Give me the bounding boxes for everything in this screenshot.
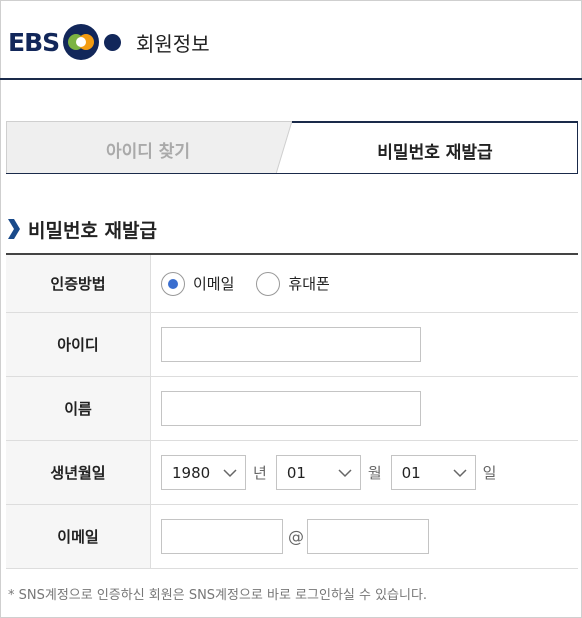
radio-phone-circle[interactable] xyxy=(256,271,281,296)
form-row-method: 인증방법 이메일 휴대폰 xyxy=(6,255,578,313)
birth-day-value: 01 xyxy=(401,463,421,482)
tab-reset-password-label: 비밀번호 재발급 xyxy=(377,143,493,163)
section-title: 비밀번호 재발급 xyxy=(8,216,157,242)
name-field xyxy=(161,377,421,440)
birth-label: 생년월일 xyxy=(6,441,151,504)
form-row-id: 아이디 xyxy=(6,313,578,377)
id-label: 아이디 xyxy=(6,313,151,376)
id-field xyxy=(161,313,421,376)
chevron-right-icon xyxy=(8,219,20,239)
password-reset-form: 인증방법 이메일 휴대폰 아이디 이름 생년월일 1980 년 01 월 01 … xyxy=(6,253,578,569)
id-input[interactable] xyxy=(161,327,421,362)
radio-phone-label: 휴대폰 xyxy=(288,275,330,293)
radio-email[interactable]: 이메일 xyxy=(161,271,235,296)
birth-day-select[interactable]: 01 xyxy=(390,455,476,490)
email-at-sign: @ xyxy=(288,527,304,546)
email-local-input[interactable] xyxy=(161,519,283,554)
logo-text: EBS xyxy=(8,27,60,57)
chevron-down-icon xyxy=(338,469,352,478)
logo-dot xyxy=(104,33,122,51)
birth-year-value: 1980 xyxy=(172,463,211,482)
email-domain-input[interactable] xyxy=(307,519,429,554)
birth-field: 1980 년 01 월 01 일 xyxy=(161,441,505,504)
tab-baseline xyxy=(6,173,578,174)
chevron-down-icon xyxy=(223,469,237,478)
email-label: 이메일 xyxy=(6,505,151,568)
birth-month-unit: 월 xyxy=(367,464,382,482)
birth-year-unit: 년 xyxy=(253,464,267,482)
ebs-logo[interactable]: EBS xyxy=(8,22,122,62)
name-input[interactable] xyxy=(161,391,421,426)
name-label: 이름 xyxy=(6,377,151,440)
form-row-email: 이메일 @ xyxy=(6,505,578,569)
email-field: @ xyxy=(161,505,429,568)
birth-month-select[interactable]: 01 xyxy=(275,455,361,490)
radio-email-label: 이메일 xyxy=(193,275,235,293)
tab-find-id[interactable]: 아이디 찾기 xyxy=(6,121,300,174)
header: EBS 회원정보 xyxy=(0,0,582,80)
birth-day-unit: 일 xyxy=(482,464,497,482)
section-title-text: 비밀번호 재발급 xyxy=(28,219,157,242)
page-title: 회원정보 xyxy=(136,32,210,56)
sns-login-note: * SNS계정으로 인증하신 회원은 SNS계정으로 바로 로그인하실 수 있습… xyxy=(8,588,428,603)
form-row-name: 이름 xyxy=(6,377,578,441)
chevron-down-icon xyxy=(453,469,467,478)
tab-reset-password[interactable]: 비밀번호 재발급 xyxy=(292,121,578,174)
tab-find-id-label: 아이디 찾기 xyxy=(105,142,191,162)
radio-phone[interactable]: 휴대폰 xyxy=(256,271,330,296)
birth-month-value: 01 xyxy=(286,463,306,482)
method-field: 이메일 휴대폰 xyxy=(161,255,352,312)
form-row-birth: 생년월일 1980 년 01 월 01 일 xyxy=(6,441,578,505)
tab-bar: 아이디 찾기 비밀번호 재발급 xyxy=(6,121,578,174)
radio-email-circle[interactable] xyxy=(161,271,185,296)
birth-year-select[interactable]: 1980 xyxy=(161,455,246,490)
ebs-logo-icon xyxy=(63,24,100,60)
method-label: 인증방법 xyxy=(6,255,151,312)
